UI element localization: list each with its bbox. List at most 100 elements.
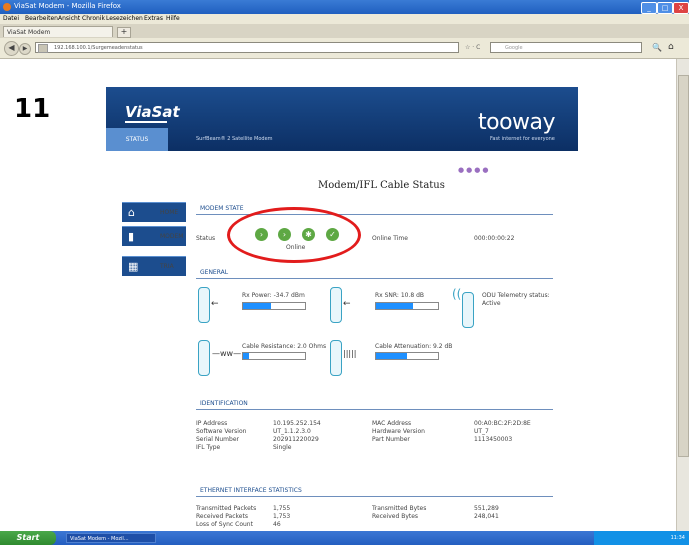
leftnav-label: HOME bbox=[160, 209, 179, 216]
home-icon[interactable]: ⌂ bbox=[668, 42, 674, 52]
rx-power-bar bbox=[242, 302, 306, 310]
menu-item-chronik[interactable]: Chronik bbox=[82, 15, 105, 22]
software-version-label: Software Version bbox=[196, 428, 247, 435]
cable-attenuation-label: Cable Attenuation: 9.2 dB bbox=[375, 343, 453, 350]
resistor-icon: —ww— bbox=[212, 349, 242, 358]
taskbar-item-firefox[interactable]: ViaSat Modem - Mozil... bbox=[66, 533, 156, 543]
back-icon[interactable]: ◀ bbox=[4, 41, 19, 56]
modem-icon: ▮ bbox=[128, 230, 135, 243]
arrow-left-icon: ← bbox=[211, 299, 219, 309]
rx-power-label: Rx Power: -34.7 dBm bbox=[242, 292, 305, 299]
sync-loss-label: Loss of Sync Count bbox=[196, 521, 253, 528]
cable-resistance-bar bbox=[242, 352, 306, 360]
logo-underline bbox=[125, 121, 167, 123]
rx-power-fill bbox=[243, 303, 271, 309]
modem-device-icon bbox=[198, 287, 210, 323]
page-title: Modem/IFL Cable Status bbox=[318, 180, 445, 191]
online-time-label: Online Time bbox=[372, 235, 408, 242]
ip-address-value: 10.195.252.154 bbox=[273, 420, 321, 427]
highlight-annotation bbox=[227, 207, 361, 263]
forward-icon[interactable]: ▶ bbox=[19, 43, 31, 55]
divider bbox=[196, 409, 553, 410]
tx-packets-value: 1,755 bbox=[273, 505, 291, 512]
telemetry-icon: (( bbox=[452, 287, 462, 301]
software-version-value: UT_1.1.2.3.0 bbox=[273, 428, 311, 435]
divider bbox=[196, 496, 553, 497]
search-icon[interactable]: 🔍 bbox=[652, 43, 662, 52]
tab-viasat-modem[interactable]: ViaSat Modem bbox=[3, 26, 113, 37]
leftnav-label: TRIA bbox=[160, 263, 174, 270]
leftnav-item-modem[interactable]: ▮ MODEM bbox=[122, 226, 186, 246]
minimize-button[interactable]: _ bbox=[641, 2, 657, 14]
cable-resistance-label: Cable Resistance: 2.0 Ohms bbox=[242, 343, 327, 350]
status-label: Status bbox=[196, 235, 216, 242]
menu-item-extras[interactable]: Extras bbox=[144, 15, 163, 22]
cable-attenuation-bar bbox=[375, 352, 439, 360]
mac-address-value: 00:A0:BC:2F:2D:8E bbox=[474, 420, 531, 427]
tria-icon: ▦ bbox=[128, 260, 139, 273]
system-tray-clock[interactable]: 11:34 bbox=[594, 531, 689, 545]
rx-snr-label: Rx SNR: 10.8 dB bbox=[375, 292, 425, 299]
serial-number-value: 202911220029 bbox=[273, 436, 319, 443]
menu-item-ansicht[interactable]: Ansicht bbox=[58, 15, 80, 22]
maximize-button[interactable]: □ bbox=[657, 2, 673, 14]
modem-device-icon bbox=[330, 340, 342, 376]
modem-device-icon bbox=[330, 287, 342, 323]
menu-item-hilfe[interactable]: Hilfe bbox=[166, 15, 180, 22]
odu-telemetry-label: ODU Telemetry status: bbox=[482, 292, 550, 299]
sync-loss-value: 46 bbox=[273, 521, 281, 528]
bookmark-reload-icons[interactable]: ☆ · C bbox=[465, 44, 480, 51]
tx-bytes-value: 551,289 bbox=[474, 505, 499, 512]
leftnav-item-home[interactable]: ⌂ HOME bbox=[122, 202, 186, 222]
site-identity-icon[interactable] bbox=[38, 44, 48, 53]
odu-telemetry-value: Active bbox=[482, 300, 501, 307]
window-title-bar: ViaSat Modem - Mozilla Firefox _ □ X bbox=[0, 0, 689, 14]
cable-attenuation-fill bbox=[376, 353, 407, 359]
menu-item-datei[interactable]: Datei bbox=[3, 15, 19, 22]
tab-status[interactable]: STATUS bbox=[106, 128, 168, 151]
scrollbar-thumb[interactable] bbox=[678, 75, 689, 457]
rx-snr-fill bbox=[376, 303, 414, 309]
tooway-tagline: Fast internet for everyone bbox=[490, 136, 555, 142]
rx-packets-value: 1,753 bbox=[273, 513, 291, 520]
menu-item-lesezeichen[interactable]: Lesezeichen bbox=[106, 15, 143, 22]
tooway-logo: tooway bbox=[478, 110, 556, 135]
rx-bytes-value: 248,041 bbox=[474, 513, 499, 520]
viasat-logo: ViaSat bbox=[125, 103, 180, 121]
hardware-version-value: UT_7 bbox=[474, 428, 489, 435]
ip-address-label: IP Address bbox=[196, 420, 228, 427]
leftnav-item-tria[interactable]: ▦ TRIA bbox=[122, 256, 186, 276]
section-title-modem-state: MODEM STATE bbox=[200, 205, 244, 212]
window-title: ViaSat Modem - Mozilla Firefox bbox=[14, 2, 121, 10]
odu-device-icon bbox=[462, 292, 474, 328]
firefox-icon bbox=[3, 3, 11, 11]
ifl-type-value: Single bbox=[273, 444, 292, 451]
home-icon: ⌂ bbox=[128, 206, 135, 219]
search-input[interactable]: Google bbox=[490, 42, 642, 53]
divider bbox=[196, 278, 553, 279]
tab-modem-name: SurfBeam® 2 Satellite Modem bbox=[196, 136, 273, 142]
close-button[interactable]: X bbox=[673, 2, 689, 14]
cable-resistance-fill bbox=[243, 353, 250, 359]
signal-indicator-icon: ●●●● bbox=[458, 166, 491, 174]
rx-bytes-label: Received Bytes bbox=[372, 513, 419, 520]
mac-address-label: MAC Address bbox=[372, 420, 412, 427]
leftnav-label: MODEM bbox=[160, 233, 184, 240]
serial-number-label: Serial Number bbox=[196, 436, 239, 443]
part-number-value: 1113450003 bbox=[474, 436, 513, 443]
new-tab-button[interactable]: + bbox=[117, 27, 131, 38]
start-button[interactable]: Start bbox=[0, 531, 56, 545]
rx-packets-label: Received Packets bbox=[196, 513, 248, 520]
section-title-ethernet: ETHERNET INTERFACE STATISTICS bbox=[200, 487, 302, 494]
url-bar[interactable]: 192.168.100.1/Surgemeadenstatus bbox=[35, 42, 459, 53]
modem-device-icon bbox=[198, 340, 210, 376]
menu-item-bearbeiten[interactable]: Bearbeiten bbox=[25, 15, 58, 22]
tx-packets-label: Transmitted Packets bbox=[196, 505, 257, 512]
rx-snr-bar bbox=[375, 302, 439, 310]
section-title-general: GENERAL bbox=[200, 269, 229, 276]
section-title-identification: IDENTIFICATION bbox=[200, 400, 248, 407]
online-time-value: 000:00:00:22 bbox=[474, 235, 515, 242]
slide-number: 11 bbox=[14, 94, 51, 124]
attenuation-icon: ||||| bbox=[343, 349, 357, 358]
hardware-version-label: Hardware Version bbox=[372, 428, 425, 435]
